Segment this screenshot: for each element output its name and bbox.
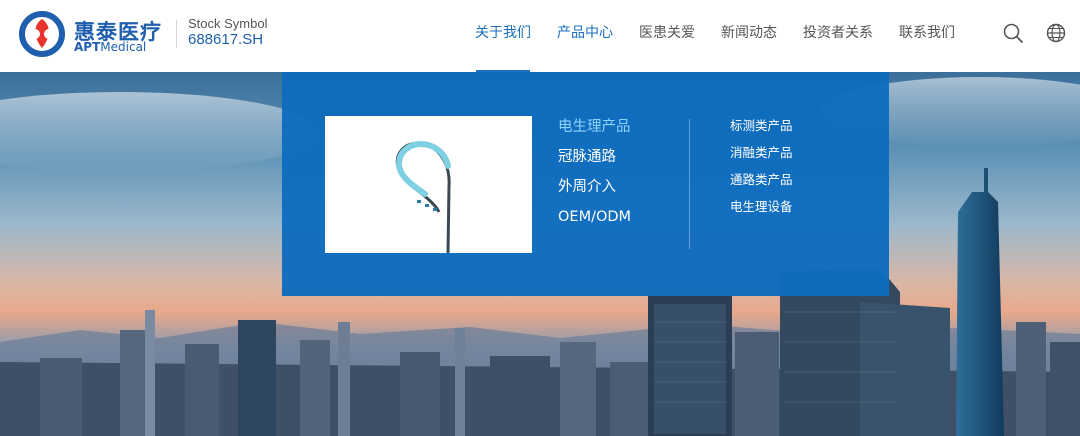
nav-product-center[interactable]: 产品中心 [544, 0, 626, 72]
brand-logo[interactable]: 惠泰医疗 APTMedical [16, 10, 176, 58]
nav-contact-us[interactable]: 联系我们 [886, 0, 968, 72]
nav-investor-relations[interactable]: 投资者关系 [790, 0, 886, 72]
subcategory-mapping[interactable]: 标测类产品 [730, 116, 793, 143]
stock-symbol-code: 688617.SH [188, 31, 264, 48]
product-center-dropdown: 电生理产品 冠脉通路 外周介入 OEM/ODM 标测类产品 消融类产品 通路类产… [282, 72, 889, 296]
catheter-product-image[interactable] [325, 116, 532, 254]
nav-news[interactable]: 新闻动态 [708, 0, 790, 72]
category-electrophysiology[interactable]: 电生理产品 [558, 116, 631, 146]
site-header: 惠泰医疗 APTMedical Stock Symbol 688617.SH 关… [0, 0, 1080, 72]
stock-symbol-label: Stock Symbol [188, 16, 268, 31]
header-divider [176, 20, 177, 48]
nav-about-us[interactable]: 关于我们 [462, 0, 544, 72]
apt-logo-icon [19, 11, 65, 57]
nav-patient-care[interactable]: 医患关爱 [626, 0, 708, 72]
category-oem-odm[interactable]: OEM/ODM [558, 206, 631, 236]
dropdown-divider [689, 119, 690, 249]
category-peripheral-intervention[interactable]: 外周介入 [558, 176, 631, 206]
subcategory-access[interactable]: 通路类产品 [730, 170, 793, 197]
globe-icon[interactable] [1045, 22, 1067, 44]
subcategory-ablation[interactable]: 消融类产品 [730, 143, 793, 170]
subcategory-ep-equipment[interactable]: 电生理设备 [730, 197, 793, 224]
category-coronary-access[interactable]: 冠脉通路 [558, 146, 631, 176]
main-navigation: 关于我们 产品中心 医患关爱 新闻动态 投资者关系 联系我们 [462, 0, 968, 72]
product-subcategory-list: 标测类产品 消融类产品 通路类产品 电生理设备 [730, 116, 793, 224]
product-category-list: 电生理产品 冠脉通路 外周介入 OEM/ODM [558, 116, 631, 236]
brand-name-en: APTMedical [74, 40, 147, 54]
search-icon[interactable] [1002, 22, 1024, 44]
